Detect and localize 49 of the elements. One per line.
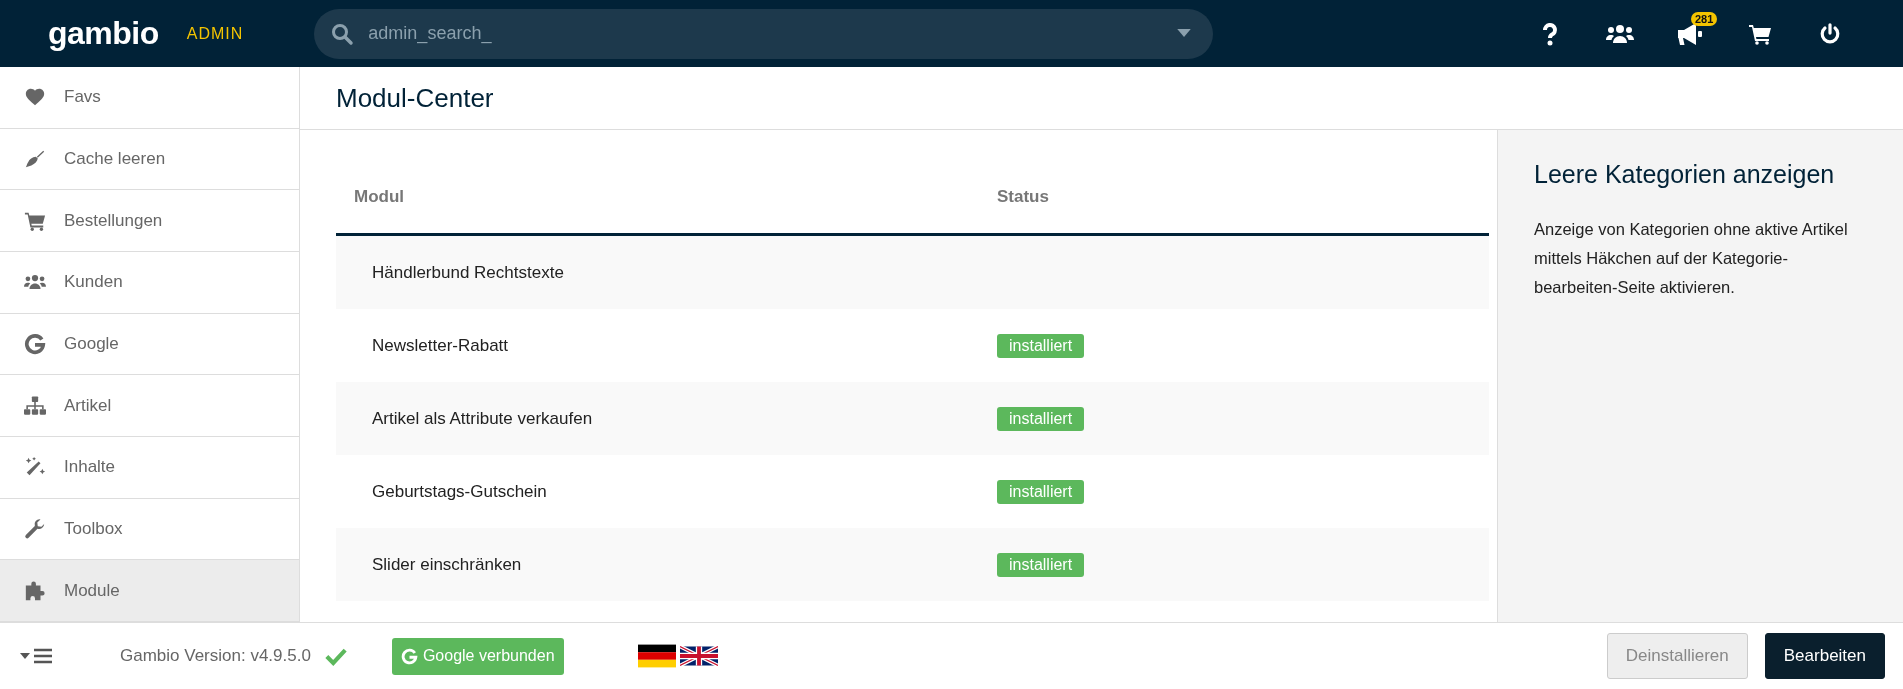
caret-down-icon[interactable] [1177, 29, 1192, 38]
broom-icon [24, 148, 46, 170]
notification-badge: 281 [1691, 11, 1718, 26]
google-icon [24, 332, 46, 355]
module-name: Newsletter-Rabatt [371, 335, 510, 356]
module-name: Händlerbund Rechtstexte [371, 262, 565, 283]
sidebar-label: Cache leeren [64, 149, 166, 169]
table-row[interactable]: Artikel als Attribute verkaufen installiert [336, 382, 1489, 455]
status-badge: installiert [997, 406, 1085, 431]
help-icon[interactable] [1542, 21, 1558, 46]
sidebar-label: Google [64, 333, 119, 354]
sidebar-item[interactable]: Module [0, 560, 299, 622]
table-row[interactable]: Händlerbund Rechtstexte [336, 236, 1489, 309]
sidebar-label: Bestellungen [64, 210, 163, 231]
module-name: Artikel als Attribute verkaufen [371, 408, 594, 429]
module-name: Slider einschränken [371, 554, 523, 575]
sidebar-label: Favs [64, 87, 101, 108]
module-name: Geburtstags-Gutschein [371, 481, 548, 502]
status-badge: installiert [997, 479, 1085, 504]
column-header[interactable]: Modul [336, 186, 979, 207]
version-text: Gambio Version: v4.9.5.0 [120, 646, 311, 666]
admin-label: ADMIN [186, 24, 244, 43]
footer-button[interactable]: Deinstallieren [1606, 633, 1748, 679]
search-bar[interactable]: admin_search_ [314, 8, 1214, 59]
page-title: Modul-Center [336, 82, 494, 114]
puzzle-piece-icon [24, 579, 46, 602]
sidebar-label: Artikel [64, 395, 112, 416]
sidebar-label: Kunden [64, 272, 123, 293]
table-row[interactable]: Geburtstags-Gutschein installiert [336, 455, 1489, 528]
sitemap-icon [24, 394, 46, 417]
info-title: Leere Kategorien anzeigen [1534, 159, 1836, 190]
column-header[interactable]: Status [979, 186, 1489, 207]
power-icon[interactable] [1819, 22, 1841, 45]
status-badge: installiert [997, 552, 1085, 577]
google-icon [400, 647, 418, 665]
table-row[interactable]: Slider einschränken installiert [336, 528, 1489, 601]
sidebar-label: Inhalte [64, 457, 116, 478]
sidebar-label: Module [64, 580, 120, 601]
table-row[interactable]: Newsletter-Rabatt installiert [336, 309, 1489, 382]
footer-button[interactable]: Bearbeiten [1764, 633, 1885, 679]
collapse-menu-icon[interactable] [20, 648, 54, 664]
search-icon [330, 21, 355, 46]
wrench-icon [24, 517, 46, 540]
logo-wordmark[interactable]: gambio [48, 15, 159, 52]
users-icon[interactable] [1606, 22, 1634, 45]
info-description: Anzeige von Kategorien ohne aktive Artikel mittels Häkchen auf der Kategorie-bearbeiten-Seite aktivieren. [1534, 218, 1849, 298]
status-badge: installiert [997, 333, 1085, 358]
search-field[interactable]: admin_search_ [366, 22, 1166, 45]
sidebar-label: Toolbox [64, 518, 123, 539]
